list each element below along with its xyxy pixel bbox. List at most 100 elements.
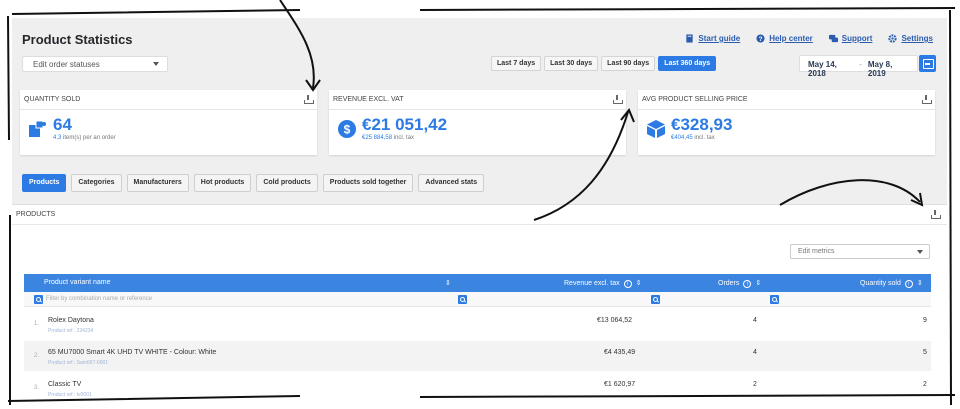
- kpi-label: AVG PRODUCT SELLING PRICE: [642, 96, 748, 103]
- sort-icon[interactable]: ⇕: [445, 279, 451, 287]
- col-orders-label: Orders: [718, 280, 740, 287]
- tab-hot-products[interactable]: Hot products: [193, 174, 252, 192]
- col-revenue-label: Revenue excl. tax: [564, 280, 620, 287]
- kpi-subtext: €404,45 incl. tax: [671, 135, 715, 141]
- product-name[interactable]: Rolex Daytona: [48, 317, 94, 324]
- kpi-sub-value: €404,45: [671, 135, 693, 141]
- kpi-revenue: REVENUE EXCL. VAT $ €21 051,42 €25 884,5…: [329, 90, 626, 155]
- range-7-days[interactable]: Last 7 days: [491, 56, 542, 71]
- col-quantity-label: Quantity sold: [860, 280, 901, 287]
- kpi-sub-value: 4,3: [53, 135, 62, 141]
- kpi-value: 64: [53, 115, 72, 134]
- products-panel: PRODUCTS Edit metrics Product variant na…: [12, 204, 947, 398]
- tab-products[interactable]: Products: [22, 174, 67, 192]
- help-center-link[interactable]: ? Help center: [756, 34, 813, 43]
- download-icon[interactable]: [931, 210, 941, 219]
- kpi-label: QUANTITY SOLD: [24, 96, 81, 103]
- chevron-down-icon: [917, 250, 923, 254]
- calendar-icon[interactable]: [919, 55, 936, 72]
- info-icon[interactable]: i: [743, 280, 752, 288]
- tab-products-sold-together[interactable]: Products sold together: [322, 174, 414, 192]
- table-header: Product variant name ⇕ Revenue excl. tax…: [24, 274, 931, 292]
- quantity-value: 5: [923, 349, 927, 356]
- svg-text:$: $: [344, 123, 351, 137]
- edit-metrics-label: Edit metrics: [798, 248, 835, 255]
- row-number: 2.: [34, 353, 40, 359]
- tab-manufacturers[interactable]: Manufacturers: [126, 174, 189, 192]
- filter-input[interactable]: Filter by combination name or reference: [46, 296, 152, 302]
- cube-icon: [647, 120, 665, 138]
- search-icon[interactable]: [770, 295, 779, 304]
- sort-icon[interactable]: ⇕: [755, 280, 761, 287]
- chevron-down-icon: [153, 62, 159, 66]
- support-label: Support: [841, 34, 873, 43]
- settings-label: Settings: [901, 34, 933, 43]
- date-range-buttons: Last 7 days Last 30 days Last 90 days La…: [491, 56, 717, 71]
- date-separator: -: [859, 60, 862, 69]
- col-product-name[interactable]: Product variant name: [44, 279, 111, 286]
- kpi-sub-label: incl. tax: [694, 135, 715, 141]
- col-revenue[interactable]: Revenue excl. tax i ⇕: [564, 279, 642, 288]
- table-row[interactable]: 1. Rolex Daytona Product ref.: 234234 €1…: [24, 309, 931, 339]
- orders-value: 2: [753, 381, 757, 388]
- info-icon[interactable]: i: [623, 280, 632, 288]
- search-icon[interactable]: [651, 295, 660, 304]
- settings-link[interactable]: Settings: [888, 34, 933, 43]
- support-link[interactable]: Support: [828, 34, 873, 43]
- download-icon[interactable]: [304, 95, 314, 104]
- help-center-label: Help center: [769, 34, 813, 43]
- stats-tabs: Products Categories Manufacturers Hot pr…: [22, 174, 485, 192]
- panel-title: PRODUCTS: [16, 211, 56, 218]
- sort-icon[interactable]: ⇕: [636, 280, 642, 287]
- product-ref: Product ref.: tv0001: [48, 392, 92, 398]
- date-to: May 8, 2019: [867, 60, 893, 78]
- quantity-value: 2: [923, 381, 927, 388]
- start-guide-link[interactable]: Start guide: [685, 34, 740, 43]
- kpi-sub-value: €25 884,58: [362, 135, 393, 141]
- gear-icon: [888, 34, 898, 43]
- edit-metrics-select[interactable]: Edit metrics: [790, 244, 930, 259]
- col-quantity[interactable]: Quantity sold i ⇕: [860, 279, 923, 288]
- range-360-days[interactable]: Last 360 days: [658, 56, 717, 71]
- date-range-field[interactable]: May 14, 2018 - May 8, 2019: [799, 55, 918, 78]
- kpi-value: €328,93: [671, 115, 733, 134]
- boxes-icon: [29, 120, 46, 137]
- orders-value: 4: [753, 317, 757, 324]
- download-icon[interactable]: [613, 95, 623, 104]
- tab-categories[interactable]: Categories: [71, 174, 122, 192]
- search-icon[interactable]: [458, 295, 467, 304]
- tab-cold-products[interactable]: Cold products: [256, 174, 318, 192]
- order-status-select[interactable]: Edit order statuses: [22, 56, 168, 72]
- kpi-sub-label: incl. tax: [393, 135, 415, 141]
- start-guide-label: Start guide: [698, 34, 741, 43]
- page-title: Product Statistics: [22, 32, 133, 47]
- product-name[interactable]: Classic TV: [48, 381, 81, 388]
- row-number: 1.: [34, 321, 40, 327]
- kpi-avg-price: AVG PRODUCT SELLING PRICE €328,93 €404,4…: [638, 90, 935, 155]
- table-row[interactable]: 2. 65 MU7000 Smart 4K UHD TV WHITE - Col…: [24, 341, 931, 371]
- kpi-quantity-sold: QUANTITY SOLD 64 4,3 item(s) per an orde…: [20, 90, 317, 155]
- kpi-subtext: €25 884,58 incl. tax: [362, 135, 414, 141]
- kpi-subtext: 4,3 item(s) per an order: [53, 135, 116, 141]
- search-icon[interactable]: [34, 295, 43, 304]
- info-icon[interactable]: i: [904, 280, 913, 288]
- tab-advanced-stats[interactable]: Advanced stats: [418, 174, 485, 192]
- order-status-value: Edit order statuses: [33, 60, 100, 69]
- product-ref: Product ref.: 234234: [48, 328, 94, 334]
- kpi-sub-label: item(s) per an order: [63, 135, 116, 141]
- download-icon[interactable]: [922, 95, 932, 104]
- product-statistics-page: Product Statistics Start guide ? Help ce…: [12, 18, 947, 398]
- quantity-value: 9: [923, 317, 927, 324]
- book-icon: [686, 34, 694, 43]
- range-90-days[interactable]: Last 90 days: [601, 56, 656, 71]
- kpi-value: €21 051,42: [362, 115, 448, 134]
- revenue-value: €1 620,97: [604, 381, 636, 388]
- orders-value: 4: [753, 349, 757, 356]
- sort-icon[interactable]: ⇕: [917, 280, 923, 287]
- product-name[interactable]: 65 MU7000 Smart 4K UHD TV WHITE - Colour…: [48, 349, 216, 356]
- range-30-days[interactable]: Last 30 days: [544, 56, 599, 71]
- col-orders[interactable]: Orders i ⇕: [718, 279, 761, 288]
- filter-row: Filter by combination name or reference: [24, 292, 931, 307]
- table-row[interactable]: 3. Classic TV Product ref.: tv0001 €1 62…: [24, 373, 931, 398]
- kpi-label: REVENUE EXCL. VAT: [333, 96, 404, 103]
